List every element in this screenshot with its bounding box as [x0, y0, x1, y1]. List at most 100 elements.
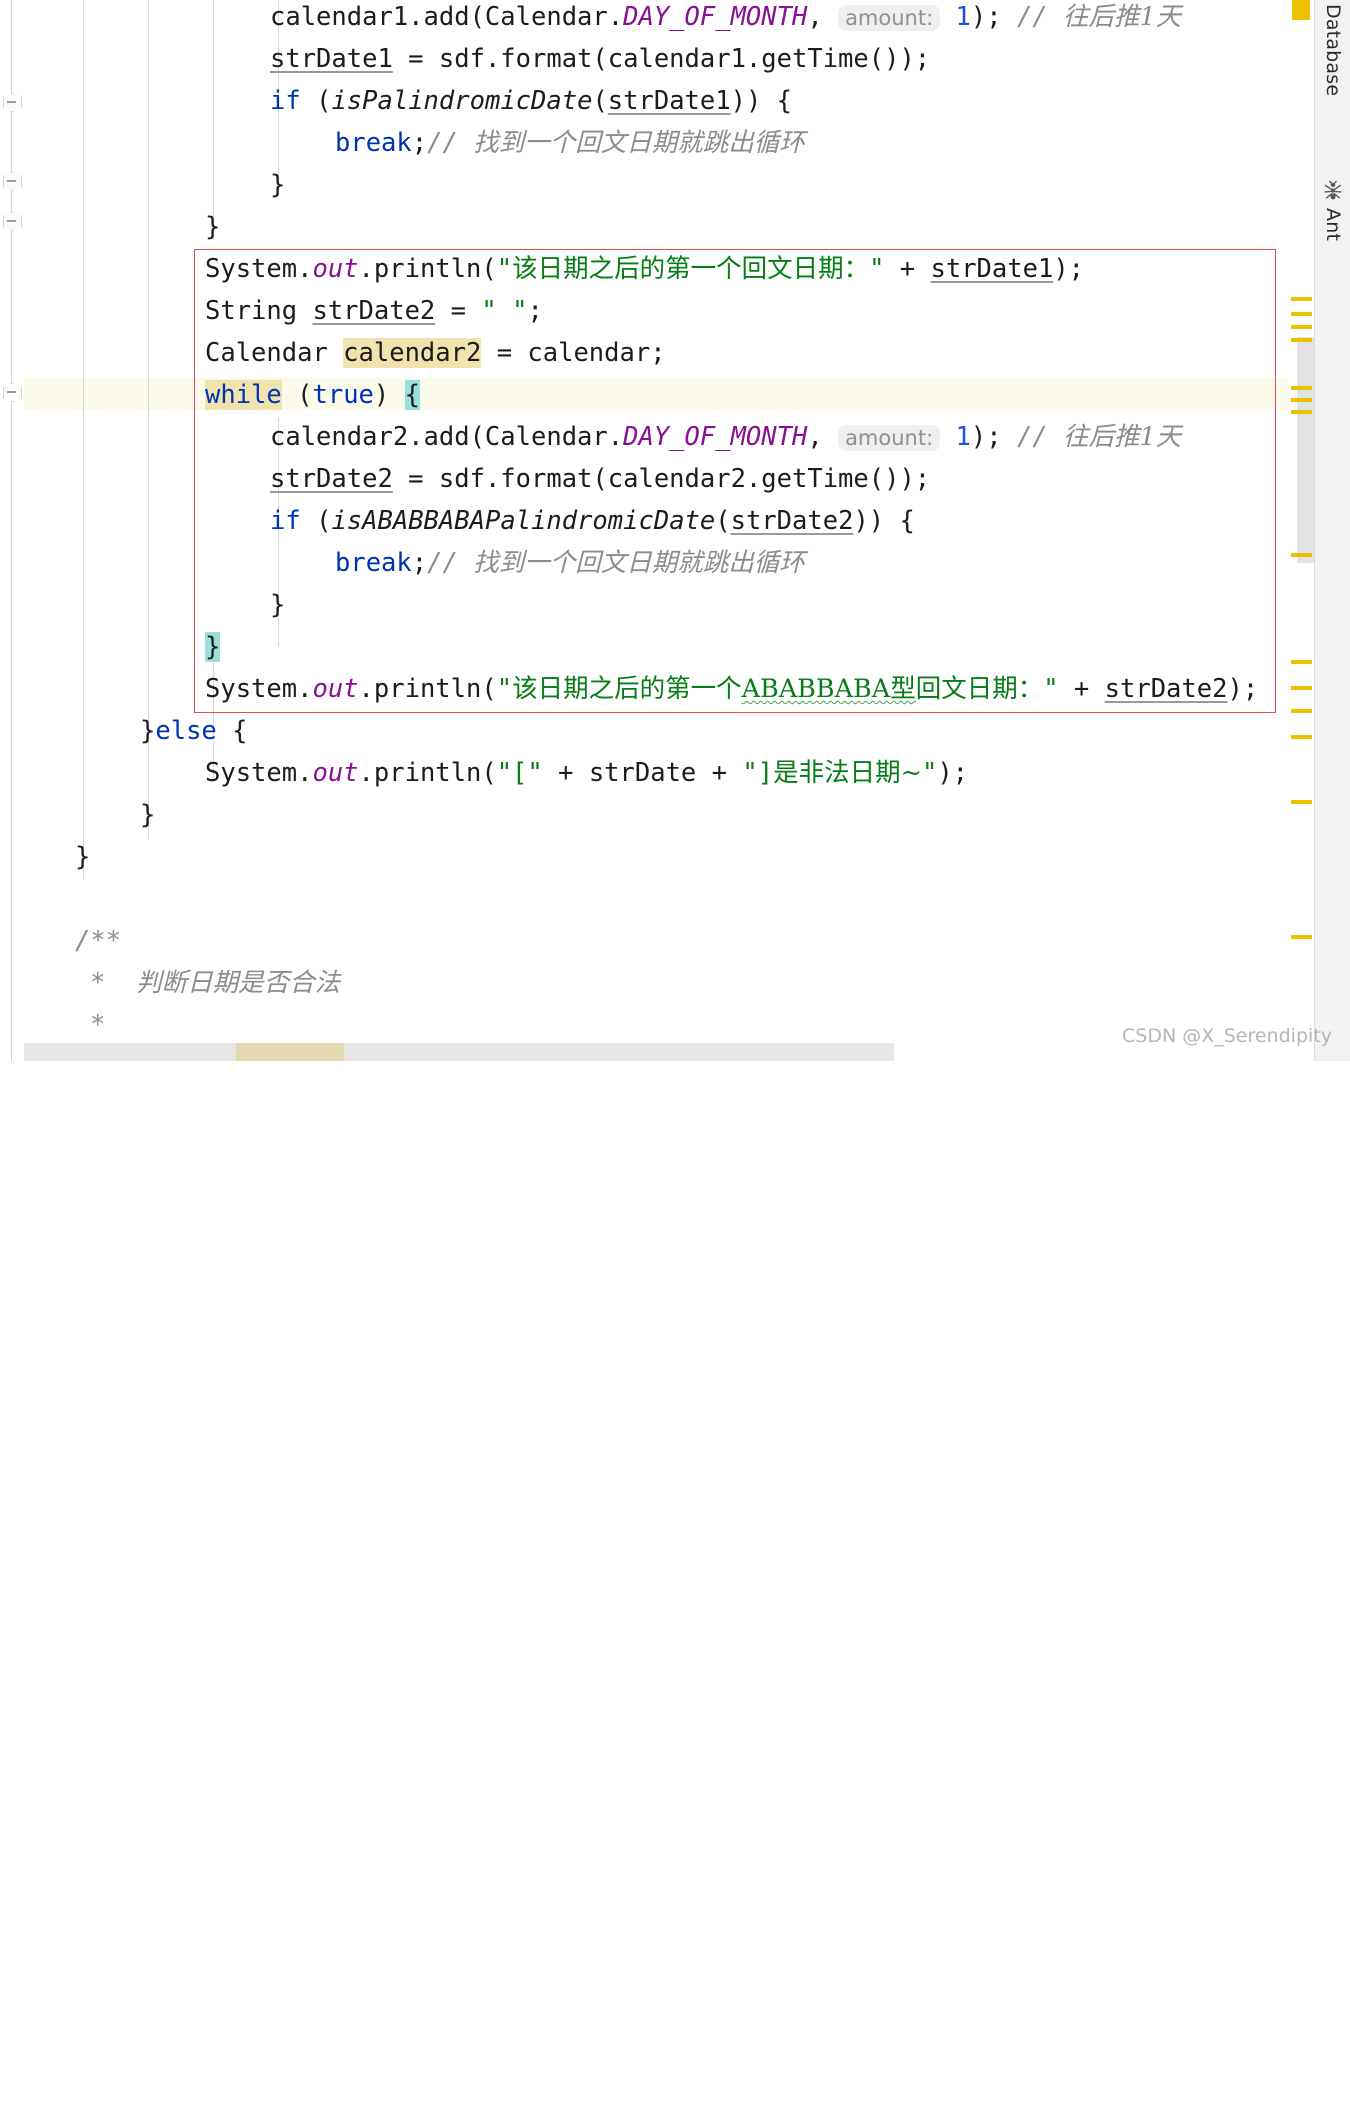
warning-marker[interactable]: [1291, 800, 1312, 804]
warning-marker[interactable]: [1291, 660, 1312, 664]
code-line[interactable]: if (isABABBABAPalindromicDate(strDate2))…: [270, 500, 915, 542]
keyword-token: else: [155, 716, 216, 746]
code-token: Calendar: [205, 338, 343, 368]
code-line[interactable]: calendar1.add(Calendar.DAY_OF_MONTH, amo…: [270, 0, 1181, 38]
string-quote: ": [512, 296, 527, 326]
code-line[interactable]: }: [205, 206, 220, 248]
code-line[interactable]: strDate1 = sdf.format(calendar1.getTime(…: [270, 38, 930, 80]
static-field-token: out: [312, 674, 358, 704]
string-quote: ": [1043, 674, 1058, 704]
code-line-current[interactable]: while (true) {: [205, 374, 420, 416]
tool-window-database[interactable]: Database: [1315, 4, 1350, 96]
code-line[interactable]: String strDate2 = " ";: [205, 290, 543, 332]
code-line[interactable]: calendar2.add(Calendar.DAY_OF_MONTH, amo…: [270, 416, 1181, 458]
parameter-hint-badge[interactable]: amount:: [838, 5, 940, 31]
static-field-token: out: [312, 254, 358, 284]
code-token: calendar2.add(Calendar.: [270, 422, 623, 452]
code-token: .println(: [359, 254, 497, 284]
warning-marker[interactable]: [1291, 386, 1312, 390]
code-line[interactable]: }: [270, 584, 285, 626]
comment-cjk-token: 往后推1天: [1063, 422, 1181, 452]
tool-window-ant-label: Ant: [1322, 208, 1344, 241]
bottom-partial-line[interactable]: [24, 1043, 894, 1061]
code-token: );: [937, 758, 968, 788]
javadoc-token: *: [90, 1010, 105, 1040]
static-field-token: DAY_OF_MONTH: [623, 2, 807, 32]
warning-marker[interactable]: [1291, 338, 1312, 342]
warning-marker[interactable]: [1291, 686, 1312, 690]
code-token: }: [75, 842, 90, 872]
code-line[interactable]: * 判断日期是否合法: [90, 962, 340, 1004]
code-line[interactable]: break;// 找到一个回文日期就跳出循环: [335, 122, 805, 164]
code-line[interactable]: }: [205, 626, 220, 668]
comment-token: //: [427, 128, 473, 158]
code-line[interactable]: if (isPalindromicDate(strDate1)) {: [270, 80, 792, 122]
code-token: );: [971, 2, 1017, 32]
javadoc-token: /**: [75, 926, 121, 956]
string-literal: [497, 296, 512, 326]
spellcheck-squiggle-text: ABABBABA型: [742, 674, 916, 704]
comment-cjk-token: 往后推1天: [1063, 2, 1181, 32]
keyword-token: break: [335, 548, 412, 578]
code-token: +: [1059, 674, 1105, 704]
string-quote: ": [869, 254, 884, 284]
code-line[interactable]: /**: [75, 920, 121, 962]
warning-marker[interactable]: [1291, 410, 1312, 414]
warning-marker[interactable]: [1291, 312, 1312, 316]
code-line[interactable]: Calendar calendar2 = calendar;: [205, 332, 666, 374]
code-line[interactable]: strDate2 = sdf.format(calendar2.getTime(…: [270, 458, 930, 500]
code-line[interactable]: break;// 找到一个回文日期就跳出循环: [335, 542, 805, 584]
string-quote: ": [497, 674, 512, 704]
comment-token: //: [1017, 422, 1063, 452]
warning-marker[interactable]: [1291, 297, 1312, 301]
code-token: [940, 2, 955, 32]
comment-token: //: [427, 548, 473, 578]
keyword-token: break: [335, 128, 412, 158]
code-token: );: [1053, 254, 1084, 284]
editor-scrollbar-thumb[interactable]: [1297, 337, 1315, 563]
warning-marker[interactable]: [1291, 553, 1312, 557]
field-token: strDate2: [731, 506, 854, 536]
string-literal: "[": [497, 758, 543, 788]
right-tool-window-bar[interactable]: Database: [1314, 0, 1350, 1061]
number-token: 1: [956, 2, 971, 32]
comment-cjk-token: 找到一个回文日期就跳出循环: [473, 548, 805, 578]
code-token: System.: [205, 254, 312, 284]
code-token: }: [140, 800, 155, 830]
number-token: 1: [956, 422, 971, 452]
code-line[interactable]: }: [270, 164, 285, 206]
code-token: ;: [412, 548, 427, 578]
code-line[interactable]: }else {: [140, 710, 248, 752]
analysis-marker-gutter[interactable]: [1288, 0, 1315, 1061]
static-field-token: out: [312, 758, 358, 788]
code-token: .println(: [359, 758, 497, 788]
string-literal: 回文日期：: [916, 674, 1044, 704]
code-token: }: [270, 590, 285, 620]
code-token: (: [282, 380, 313, 410]
highlighted-keyword: while: [205, 380, 282, 410]
field-token: strDate1: [931, 254, 1054, 284]
code-line[interactable]: System.out.println("该日期之后的第一个ABABBABA型回文…: [205, 668, 1258, 710]
warning-marker[interactable]: [1292, 0, 1310, 20]
code-token: ;: [412, 128, 427, 158]
warning-marker[interactable]: [1291, 735, 1312, 739]
code-line[interactable]: }: [140, 794, 155, 836]
matching-brace-highlight: }: [205, 632, 220, 662]
code-text-area[interactable]: calendar1.add(Calendar.DAY_OF_MONTH, amo…: [0, 0, 1288, 1061]
code-line[interactable]: *: [90, 1004, 105, 1046]
code-token: }: [140, 716, 155, 746]
code-line[interactable]: System.out.println("[" + strDate + "]是非法…: [205, 752, 968, 794]
code-line[interactable]: }: [75, 836, 90, 878]
warning-marker[interactable]: [1291, 398, 1312, 402]
code-token: ,: [807, 2, 838, 32]
warning-marker[interactable]: [1291, 935, 1312, 939]
warning-marker[interactable]: [1291, 325, 1312, 329]
code-line[interactable]: System.out.println("该日期之后的第一个回文日期：" + st…: [205, 248, 1084, 290]
warning-marker[interactable]: [1291, 709, 1312, 713]
field-token: strDate1: [270, 44, 393, 74]
tool-window-ant[interactable]: Ant: [1315, 180, 1350, 241]
code-token: =: [435, 296, 481, 326]
field-token: strDate2: [312, 296, 435, 326]
parameter-hint-badge[interactable]: amount:: [838, 425, 940, 451]
code-editor-window: calendar1.add(Calendar.DAY_OF_MONTH, amo…: [0, 0, 1350, 1061]
